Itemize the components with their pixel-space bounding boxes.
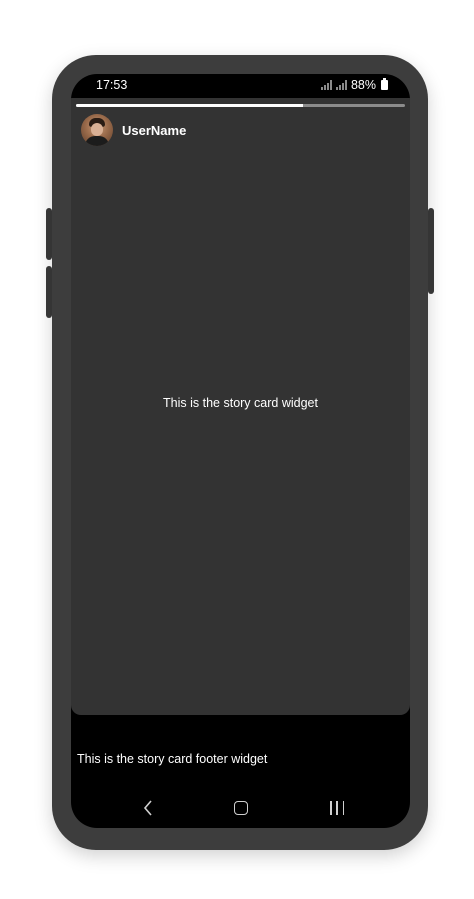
story-progress-fill [76, 104, 303, 107]
story-card[interactable]: UserName This is the story card widget [71, 98, 410, 715]
story-card-text: This is the story card widget [163, 396, 318, 410]
signal-icon [320, 80, 332, 90]
status-indicators: 88% [320, 78, 388, 92]
story-header[interactable]: UserName [81, 114, 186, 146]
battery-icon [381, 78, 388, 90]
battery-percent: 88% [350, 78, 376, 92]
page: 17:53 88% UserName This is the story car… [0, 0, 474, 899]
power-button [428, 208, 434, 294]
phone-screen: 17:53 88% UserName This is the story car… [71, 74, 410, 828]
story-progress-bar [76, 104, 405, 107]
signal-icon-2 [335, 80, 347, 90]
story-footer-text: This is the story card footer widget [77, 752, 268, 766]
back-icon[interactable] [143, 798, 153, 818]
recents-icon[interactable] [330, 801, 344, 815]
home-icon[interactable] [234, 801, 248, 815]
avatar[interactable] [81, 114, 113, 146]
status-bar: 17:53 88% [71, 74, 410, 98]
status-time: 17:53 [96, 78, 128, 92]
username[interactable]: UserName [122, 123, 186, 138]
navigation-bar [71, 794, 410, 822]
